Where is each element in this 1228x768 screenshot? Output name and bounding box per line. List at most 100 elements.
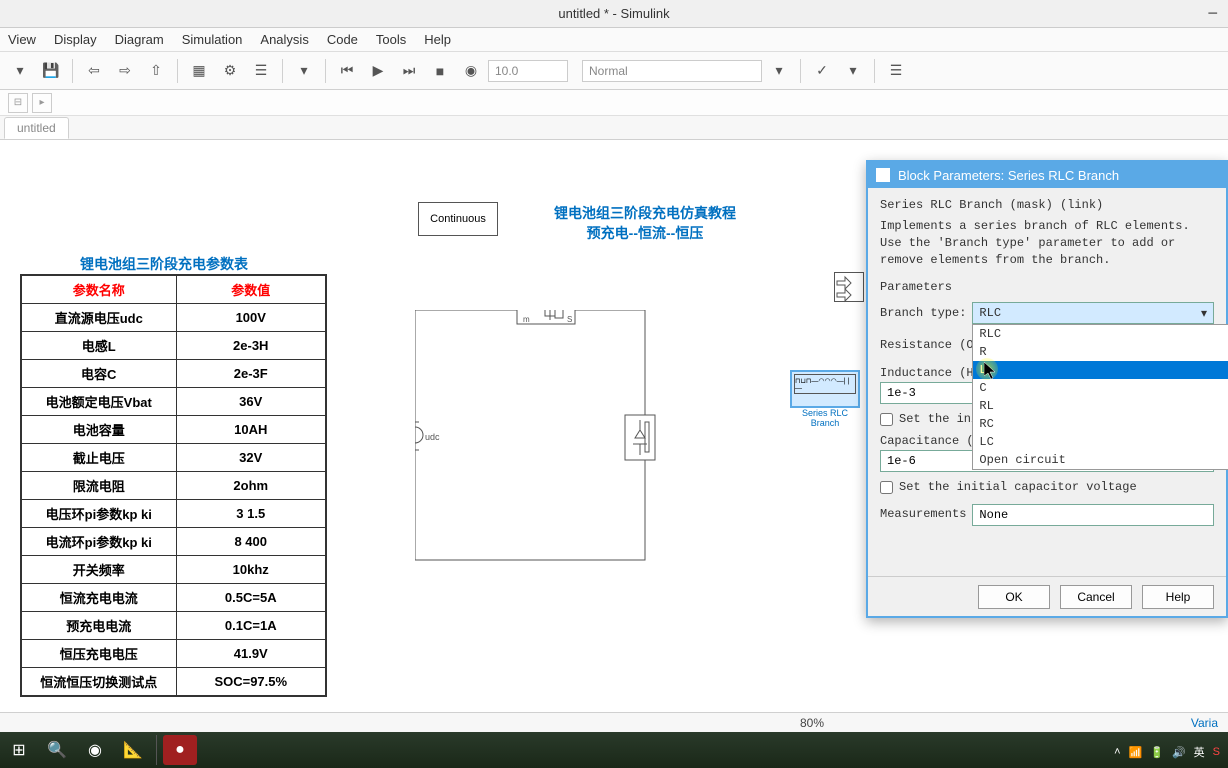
menu-display[interactable]: Display xyxy=(54,32,97,47)
ok-button[interactable]: OK xyxy=(978,585,1050,609)
tray-up-icon[interactable]: ˄ xyxy=(1114,746,1120,758)
dialog-button-bar: OK Cancel Help xyxy=(868,576,1226,616)
run-icon[interactable]: ▶ xyxy=(364,57,392,85)
table-row: 恒流恒压切换测试点 xyxy=(21,668,176,697)
volume-icon[interactable]: 🔊 xyxy=(1172,746,1186,759)
branch-type-dropdown[interactable]: RLC▾ RLC R L C RL RC LC Open circuit xyxy=(972,302,1214,324)
menu-analysis[interactable]: Analysis xyxy=(260,32,308,47)
init-inductor-checkbox[interactable] xyxy=(880,413,893,426)
powergui-block[interactable]: Continuous xyxy=(418,202,498,236)
option-rc[interactable]: RC xyxy=(973,415,1228,433)
menu-view[interactable]: View xyxy=(8,32,36,47)
check-icon[interactable]: ✓ xyxy=(808,57,836,85)
network-icon[interactable]: 📶 xyxy=(1129,746,1143,759)
record-app-icon[interactable]: ● xyxy=(163,735,197,765)
battery-icon[interactable]: 🔋 xyxy=(1150,746,1164,759)
config-icon[interactable]: ⚙ xyxy=(216,57,244,85)
up-icon[interactable]: ⇧ xyxy=(142,57,170,85)
dialog-description: Implements a series branch of RLC elemen… xyxy=(880,218,1214,268)
menu-diagram[interactable]: Diagram xyxy=(115,32,164,47)
status-right-text: Varia xyxy=(1191,716,1218,730)
init-capacitor-checkbox[interactable] xyxy=(880,481,893,494)
help-button[interactable]: Help xyxy=(1142,585,1214,609)
table-row: 限流电阻 xyxy=(21,472,176,500)
library-icon[interactable]: ▦ xyxy=(185,57,213,85)
branch-type-options: RLC R L C RL RC LC Open circuit xyxy=(972,324,1228,470)
status-bar: 80% Varia xyxy=(0,712,1228,732)
table-cell: 2e-3F xyxy=(176,360,326,388)
forward-icon[interactable]: ⇨ xyxy=(111,57,139,85)
cancel-button[interactable]: Cancel xyxy=(1060,585,1132,609)
option-rl[interactable]: RL xyxy=(973,397,1228,415)
table-cell: 2e-3H xyxy=(176,332,326,360)
rlc-block-label: Series RLC Branch xyxy=(788,408,862,428)
branch-type-value: RLC xyxy=(979,306,1001,320)
update-icon[interactable]: ▾ xyxy=(290,57,318,85)
table-row: 恒流充电电流 xyxy=(21,584,176,612)
measurements-select[interactable] xyxy=(972,504,1214,526)
ime-indicator[interactable]: 英 xyxy=(1194,744,1205,760)
new-icon[interactable]: ▾ xyxy=(6,57,34,85)
stoptime-input[interactable] xyxy=(488,60,568,82)
s-indicator[interactable]: S xyxy=(1213,746,1220,758)
table-cell: 8 400 xyxy=(176,528,326,556)
breadcrumb-bar: ⊟ ▸ xyxy=(0,90,1228,116)
record-icon[interactable]: ◉ xyxy=(457,57,485,85)
table-cell: 10AH xyxy=(176,416,326,444)
dialog-titlebar[interactable]: Block Parameters: Series RLC Branch xyxy=(868,162,1226,188)
table-cell: SOC=97.5% xyxy=(176,668,326,697)
simulation-title: 锂电池组三阶段充电仿真教程 预充电--恒流--恒压 xyxy=(530,204,760,243)
table-row: 截止电压 xyxy=(21,444,176,472)
matlab-icon[interactable]: 📐 xyxy=(116,735,150,765)
option-open[interactable]: Open circuit xyxy=(973,451,1228,469)
sim-title-line1: 锂电池组三阶段充电仿真教程 xyxy=(554,205,736,221)
tab-bar: untitled xyxy=(0,116,1228,140)
toolbar: ▾ 💾 ⇦ ⇨ ⇧ ▦ ⚙ ☰ ▾ ⏮ ▶ ⏭ ■ ◉ ▾ ✓ ▾ ☰ xyxy=(0,52,1228,90)
table-cell: 3 1.5 xyxy=(176,500,326,528)
svg-text:m: m xyxy=(523,315,530,324)
table-row: 预充电电流 xyxy=(21,612,176,640)
tab-untitled[interactable]: untitled xyxy=(4,117,69,139)
search-icon[interactable]: 🔍 xyxy=(40,735,74,765)
circuit-diagram[interactable]: g D m S udc xyxy=(415,310,665,590)
windows-taskbar: ⊞ 🔍 ◉ 📐 ● ˄ 📶 🔋 🔊 英 S xyxy=(0,732,1228,768)
start-icon[interactable]: ⊞ xyxy=(2,735,36,765)
table-row: 电池额定电压Vbat xyxy=(21,388,176,416)
table-row: 电流环pi参数kp ki xyxy=(21,528,176,556)
option-l[interactable]: L xyxy=(973,361,1228,379)
explorer-icon[interactable]: ☰ xyxy=(247,57,275,85)
option-r[interactable]: R xyxy=(973,343,1228,361)
mask-title: Series RLC Branch (mask) (link) xyxy=(880,198,1214,212)
chrome-icon[interactable]: ◉ xyxy=(78,735,112,765)
hide-icon[interactable]: ⊟ xyxy=(8,93,28,113)
stop-icon[interactable]: ■ xyxy=(426,57,454,85)
option-lc[interactable]: LC xyxy=(973,433,1228,451)
option-rlc[interactable]: RLC xyxy=(973,325,1228,343)
dialog-title: Block Parameters: Series RLC Branch xyxy=(898,168,1119,183)
table-cell: 36V xyxy=(176,388,326,416)
table-row: 电容C xyxy=(21,360,176,388)
menu-code[interactable]: Code xyxy=(327,32,358,47)
step-forward-icon[interactable]: ⏭ xyxy=(395,57,423,85)
sim-mode-select[interactable] xyxy=(582,60,762,82)
menu-simulation[interactable]: Simulation xyxy=(182,32,243,47)
series-rlc-block[interactable]: ⊓⊔⊓—◠◠◠—| |— xyxy=(790,370,860,408)
table-row: 恒压充电电压 xyxy=(21,640,176,668)
build-icon[interactable]: ▾ xyxy=(839,57,867,85)
back-icon[interactable]: ⇦ xyxy=(80,57,108,85)
udc-source-label: udc xyxy=(425,432,440,442)
pin-icon[interactable]: ▸ xyxy=(32,93,52,113)
connector-block[interactable] xyxy=(834,272,864,302)
step-back-icon[interactable]: ⏮ xyxy=(333,57,361,85)
table-row: 开关频率 xyxy=(21,556,176,584)
save-icon[interactable]: 💾 xyxy=(37,57,65,85)
menu-tools[interactable]: Tools xyxy=(376,32,406,47)
table-cell: 100V xyxy=(176,304,326,332)
mode-dropdown-icon[interactable]: ▾ xyxy=(765,57,793,85)
list-icon[interactable]: ☰ xyxy=(882,57,910,85)
option-c[interactable]: C xyxy=(973,379,1228,397)
table-row: 直流源电压udc xyxy=(21,304,176,332)
table-cell: 10khz xyxy=(176,556,326,584)
menu-help[interactable]: Help xyxy=(424,32,451,47)
minimize-icon[interactable]: − xyxy=(1207,3,1218,24)
